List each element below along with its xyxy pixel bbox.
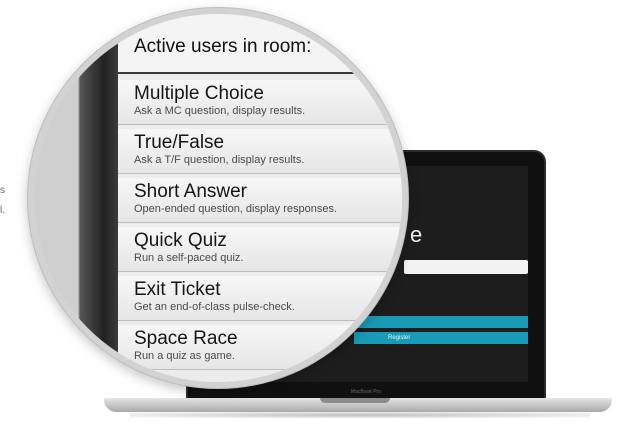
menu-item-title: Space Race xyxy=(134,328,238,349)
menu-item-title: Exit Ticket xyxy=(134,279,221,300)
magnifier-bezel-edge xyxy=(34,14,118,382)
magnifier-circle: Active users in room: Multiple Choice As… xyxy=(28,8,408,388)
menu-item-short-answer[interactable]: Short Answer Open-ended question, displa… xyxy=(118,178,402,223)
edge-text-line-2: l. xyxy=(0,205,5,216)
menu-item-title: Short Answer xyxy=(134,181,247,202)
active-users-label: Active users in room: xyxy=(134,36,312,57)
menu-item-title: Multiple Choice xyxy=(134,83,264,104)
menu-item-space-race[interactable]: Space Race Run a quiz as game. xyxy=(118,325,402,370)
menu-item-desc: Run a self-paced quiz. xyxy=(134,252,244,264)
menu-item-desc: Run a quiz as game. xyxy=(134,350,235,362)
menu-item-multiple-choice[interactable]: Multiple Choice Ask a MC question, displ… xyxy=(118,80,402,125)
laptop-shadow xyxy=(130,412,590,418)
menu-item-desc: Ask a MC question, display results. xyxy=(134,105,306,117)
screen-title: e xyxy=(410,222,423,247)
screen-room-input[interactable] xyxy=(404,260,528,274)
active-users-header: Active users in room: xyxy=(118,14,402,74)
menu-item-title: True/False xyxy=(134,132,225,153)
menu-item-desc: Ask a T/F question, display results. xyxy=(134,154,305,166)
bezel-label: MacBook Pro xyxy=(350,389,381,395)
menu-item-quick-quiz[interactable]: Quick Quiz Run a self-paced quiz. xyxy=(118,227,402,272)
edge-text-line-1: s xyxy=(0,185,5,196)
activity-menu-panel: Active users in room: Multiple Choice As… xyxy=(118,14,402,382)
menu-item-title: Quick Quiz xyxy=(134,230,227,251)
menu-item-exit-ticket[interactable]: Exit Ticket Get an end-of-class pulse-ch… xyxy=(118,276,402,321)
laptop-notch xyxy=(320,398,390,403)
activity-menu-list: Multiple Choice Ask a MC question, displ… xyxy=(118,80,402,374)
menu-item-desc: Open-ended question, display responses. xyxy=(134,203,338,215)
menu-item-true-false[interactable]: True/False Ask a T/F question, display r… xyxy=(118,129,402,174)
menu-item-desc: Get an end-of-class pulse-check. xyxy=(134,301,295,313)
